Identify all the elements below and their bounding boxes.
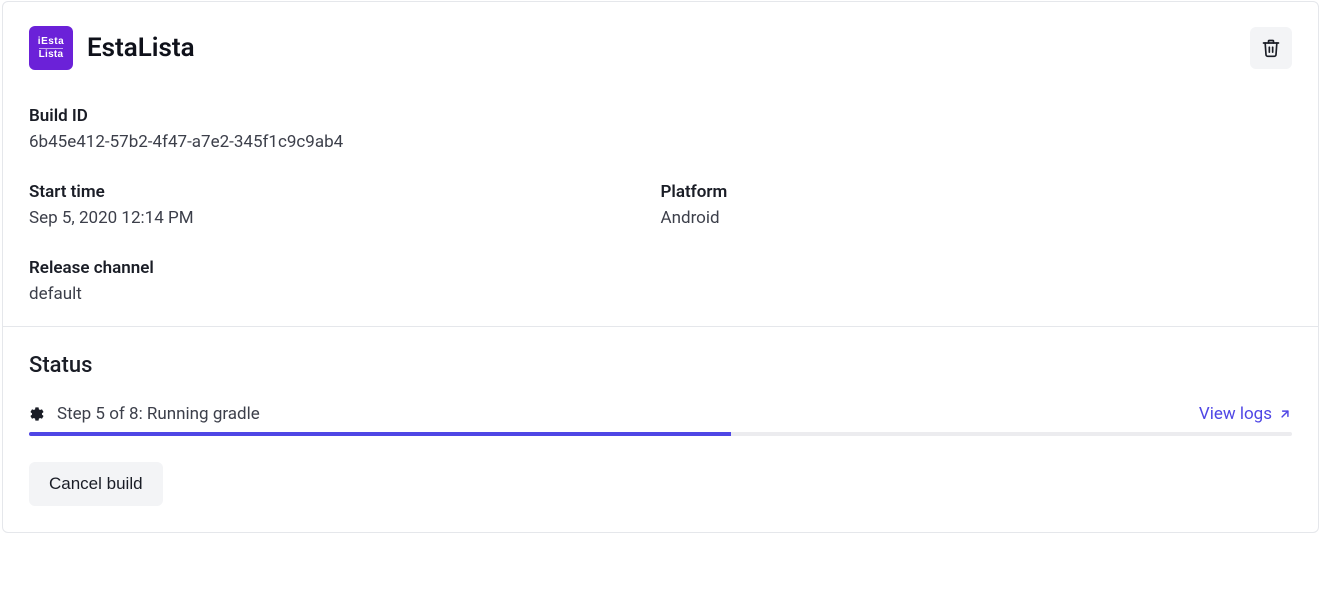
start-time-block: Start time Sep 5, 2020 12:14 PM (29, 182, 661, 228)
app-icon-line1: iEsta (38, 37, 64, 47)
app-title: EstaLista (87, 33, 195, 63)
app-icon: iEsta Lista (29, 26, 73, 70)
platform-label: Platform (661, 182, 1293, 202)
release-channel-block: Release channel default (29, 258, 661, 304)
view-logs-link[interactable]: View logs (1199, 404, 1292, 424)
info-grid: Build ID 6b45e412-57b2-4f47-a7e2-345f1c9… (29, 106, 1292, 304)
build-id-label: Build ID (29, 106, 1292, 126)
progress-bar (29, 432, 1292, 436)
title-left: iEsta Lista EstaLista (29, 26, 195, 70)
progress-fill (29, 432, 731, 436)
status-title: Status (29, 353, 1292, 378)
start-time-value: Sep 5, 2020 12:14 PM (29, 208, 661, 228)
build-card: iEsta Lista EstaLista Build ID 6b45e412-… (2, 1, 1319, 533)
view-logs-label: View logs (1199, 404, 1272, 424)
header-section: iEsta Lista EstaLista Build ID 6b45e412-… (3, 2, 1318, 326)
trash-icon (1261, 38, 1281, 58)
title-row: iEsta Lista EstaLista (29, 26, 1292, 70)
release-channel-value: default (29, 284, 661, 304)
external-link-icon (1278, 407, 1292, 421)
start-time-label: Start time (29, 182, 661, 202)
platform-block: Platform Android (661, 182, 1293, 228)
build-id-value: 6b45e412-57b2-4f47-a7e2-345f1c9c9ab4 (29, 132, 1292, 152)
build-id-block: Build ID 6b45e412-57b2-4f47-a7e2-345f1c9… (29, 106, 1292, 152)
status-step-text: Step 5 of 8: Running gradle (57, 404, 260, 424)
status-section: Status Step 5 of 8: Running gradle View … (3, 327, 1318, 532)
gear-icon (29, 406, 45, 422)
platform-value: Android (661, 208, 1293, 228)
cancel-build-button[interactable]: Cancel build (29, 462, 163, 506)
status-row: Step 5 of 8: Running gradle View logs (29, 404, 1292, 424)
app-icon-line2: Lista (39, 48, 64, 60)
delete-button[interactable] (1250, 27, 1292, 69)
release-channel-label: Release channel (29, 258, 661, 278)
status-left: Step 5 of 8: Running gradle (29, 404, 260, 424)
